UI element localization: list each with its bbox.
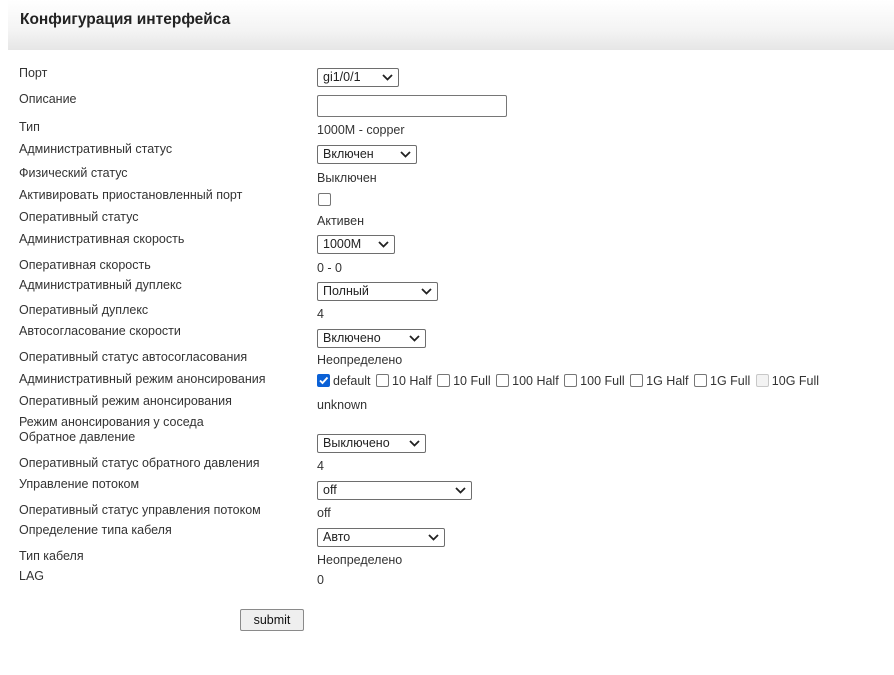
chevron-down-icon (409, 440, 420, 447)
adv-option-label: 1G Half (646, 374, 689, 388)
adv-checkbox-1g-half[interactable] (630, 374, 644, 387)
flow-control-status-value: off (317, 506, 331, 520)
admin-speed-label: Административная скорость (19, 232, 185, 246)
oper-status-value: Активен (317, 214, 365, 228)
admin-duplex-select[interactable]: Полный (317, 282, 438, 301)
adv-option-10-full[interactable]: 10 Full (437, 374, 491, 388)
backpressure-status-value: 4 (317, 459, 324, 473)
lag-label: LAG (19, 569, 45, 583)
adv-option-label: 100 Full (580, 374, 625, 388)
chevron-down-icon (421, 288, 432, 295)
description-input[interactable] (317, 95, 507, 117)
oper-adv-label: Оперативный режим анонсирования (19, 394, 232, 408)
type-value: 1000M - copper (317, 123, 405, 137)
oper-speed-value: 0 - 0 (317, 261, 343, 275)
adv-checkbox-default[interactable] (317, 374, 330, 387)
chevron-down-icon (409, 335, 420, 342)
port-label: Порт (19, 66, 48, 80)
neighbor-adv-label: Режим анонсирования у соседа (19, 415, 204, 429)
backpressure-value: Выключено (323, 436, 390, 450)
chevron-down-icon (382, 74, 393, 81)
autoneg-select[interactable]: Включено (317, 329, 426, 348)
admin-status-select[interactable]: Включен (317, 145, 417, 164)
oper-duplex-label: Оперативный дуплекс (19, 303, 149, 317)
adv-option-10g-full: 10G Full (755, 374, 820, 388)
adv-option-default[interactable]: default (317, 374, 371, 388)
admin-speed-select[interactable]: 1000M (317, 235, 395, 254)
adv-option-100-half[interactable]: 100 Half (496, 374, 559, 388)
admin-adv-options: default 10 Half 10 Full 100 Half 100 Ful… (317, 374, 821, 388)
adv-checkbox-1g-full[interactable] (694, 374, 708, 387)
adv-option-label: default (333, 374, 371, 388)
adv-option-label: 100 Half (512, 374, 559, 388)
phys-status-label: Физический статус (19, 166, 128, 180)
description-label: Описание (19, 92, 77, 106)
checkmark-icon (319, 376, 329, 385)
adv-option-label: 1G Full (710, 374, 751, 388)
adv-option-1g-half[interactable]: 1G Half (630, 374, 689, 388)
type-label: Тип (19, 120, 40, 134)
chevron-down-icon (455, 487, 466, 494)
adv-option-10-half[interactable]: 10 Half (376, 374, 432, 388)
flow-control-select[interactable]: off (317, 481, 472, 500)
backpressure-select[interactable]: Выключено (317, 434, 426, 453)
cable-detect-select[interactable]: Авто (317, 528, 445, 547)
page-header: Конфигурация интерфейса (8, 0, 894, 50)
page-title: Конфигурация интерфейса (20, 11, 231, 28)
port-select-value: gi1/0/1 (323, 70, 361, 84)
submit-button[interactable]: submit (240, 609, 304, 631)
adv-option-1g-full[interactable]: 1G Full (694, 374, 750, 388)
activate-suspended-label: Активировать приостановленный порт (19, 188, 243, 202)
adv-option-100-full[interactable]: 100 Full (564, 374, 625, 388)
oper-adv-value: unknown (317, 398, 368, 412)
adv-option-label: 10 Half (392, 374, 432, 388)
phys-status-value: Выключен (317, 171, 377, 185)
chevron-down-icon (428, 534, 439, 541)
chevron-down-icon (400, 151, 411, 158)
lag-value: 0 (317, 573, 324, 587)
port-select[interactable]: gi1/0/1 (317, 68, 399, 87)
chevron-down-icon (378, 241, 389, 248)
cable-detect-label: Определение типа кабеля (19, 523, 172, 537)
cable-type-value: Неопределено (317, 553, 403, 567)
admin-status-label: Административный статус (19, 142, 173, 156)
autoneg-status-value: Неопределено (317, 353, 403, 367)
backpressure-status-label: Оперативный статус обратного давления (19, 456, 260, 470)
activate-suspended-checkbox[interactable] (318, 193, 331, 206)
adv-checkbox-10g-full (755, 374, 769, 387)
oper-speed-label: Оперативная скорость (19, 258, 151, 272)
flow-control-label: Управление потоком (19, 477, 140, 491)
adv-checkbox-100-full[interactable] (564, 374, 578, 387)
admin-speed-value: 1000M (323, 237, 362, 251)
flow-control-status-label: Оперативный статус управления потоком (19, 503, 261, 517)
adv-option-label: 10 Full (453, 374, 491, 388)
adv-checkbox-10-full[interactable] (437, 374, 451, 387)
admin-duplex-label: Административный дуплекс (19, 278, 182, 292)
backpressure-label: Обратное давление (19, 430, 136, 444)
adv-option-label: 10G Full (771, 374, 820, 388)
admin-status-value: Включен (323, 147, 374, 161)
cable-type-label: Тип кабеля (19, 549, 84, 563)
autoneg-label: Автосогласование скорости (19, 324, 181, 338)
admin-duplex-value: Полный (323, 284, 369, 298)
adv-checkbox-100-half[interactable] (496, 374, 510, 387)
autoneg-status-label: Оперативный статус автосогласования (19, 350, 248, 364)
autoneg-value: Включено (323, 331, 381, 345)
cable-detect-value: Авто (323, 530, 351, 544)
flow-control-value: off (323, 483, 337, 497)
adv-checkbox-10-half[interactable] (376, 374, 390, 387)
oper-duplex-value: 4 (317, 307, 324, 321)
oper-status-label: Оперативный статус (19, 210, 139, 224)
admin-adv-label: Административный режим анонсирования (19, 372, 266, 386)
